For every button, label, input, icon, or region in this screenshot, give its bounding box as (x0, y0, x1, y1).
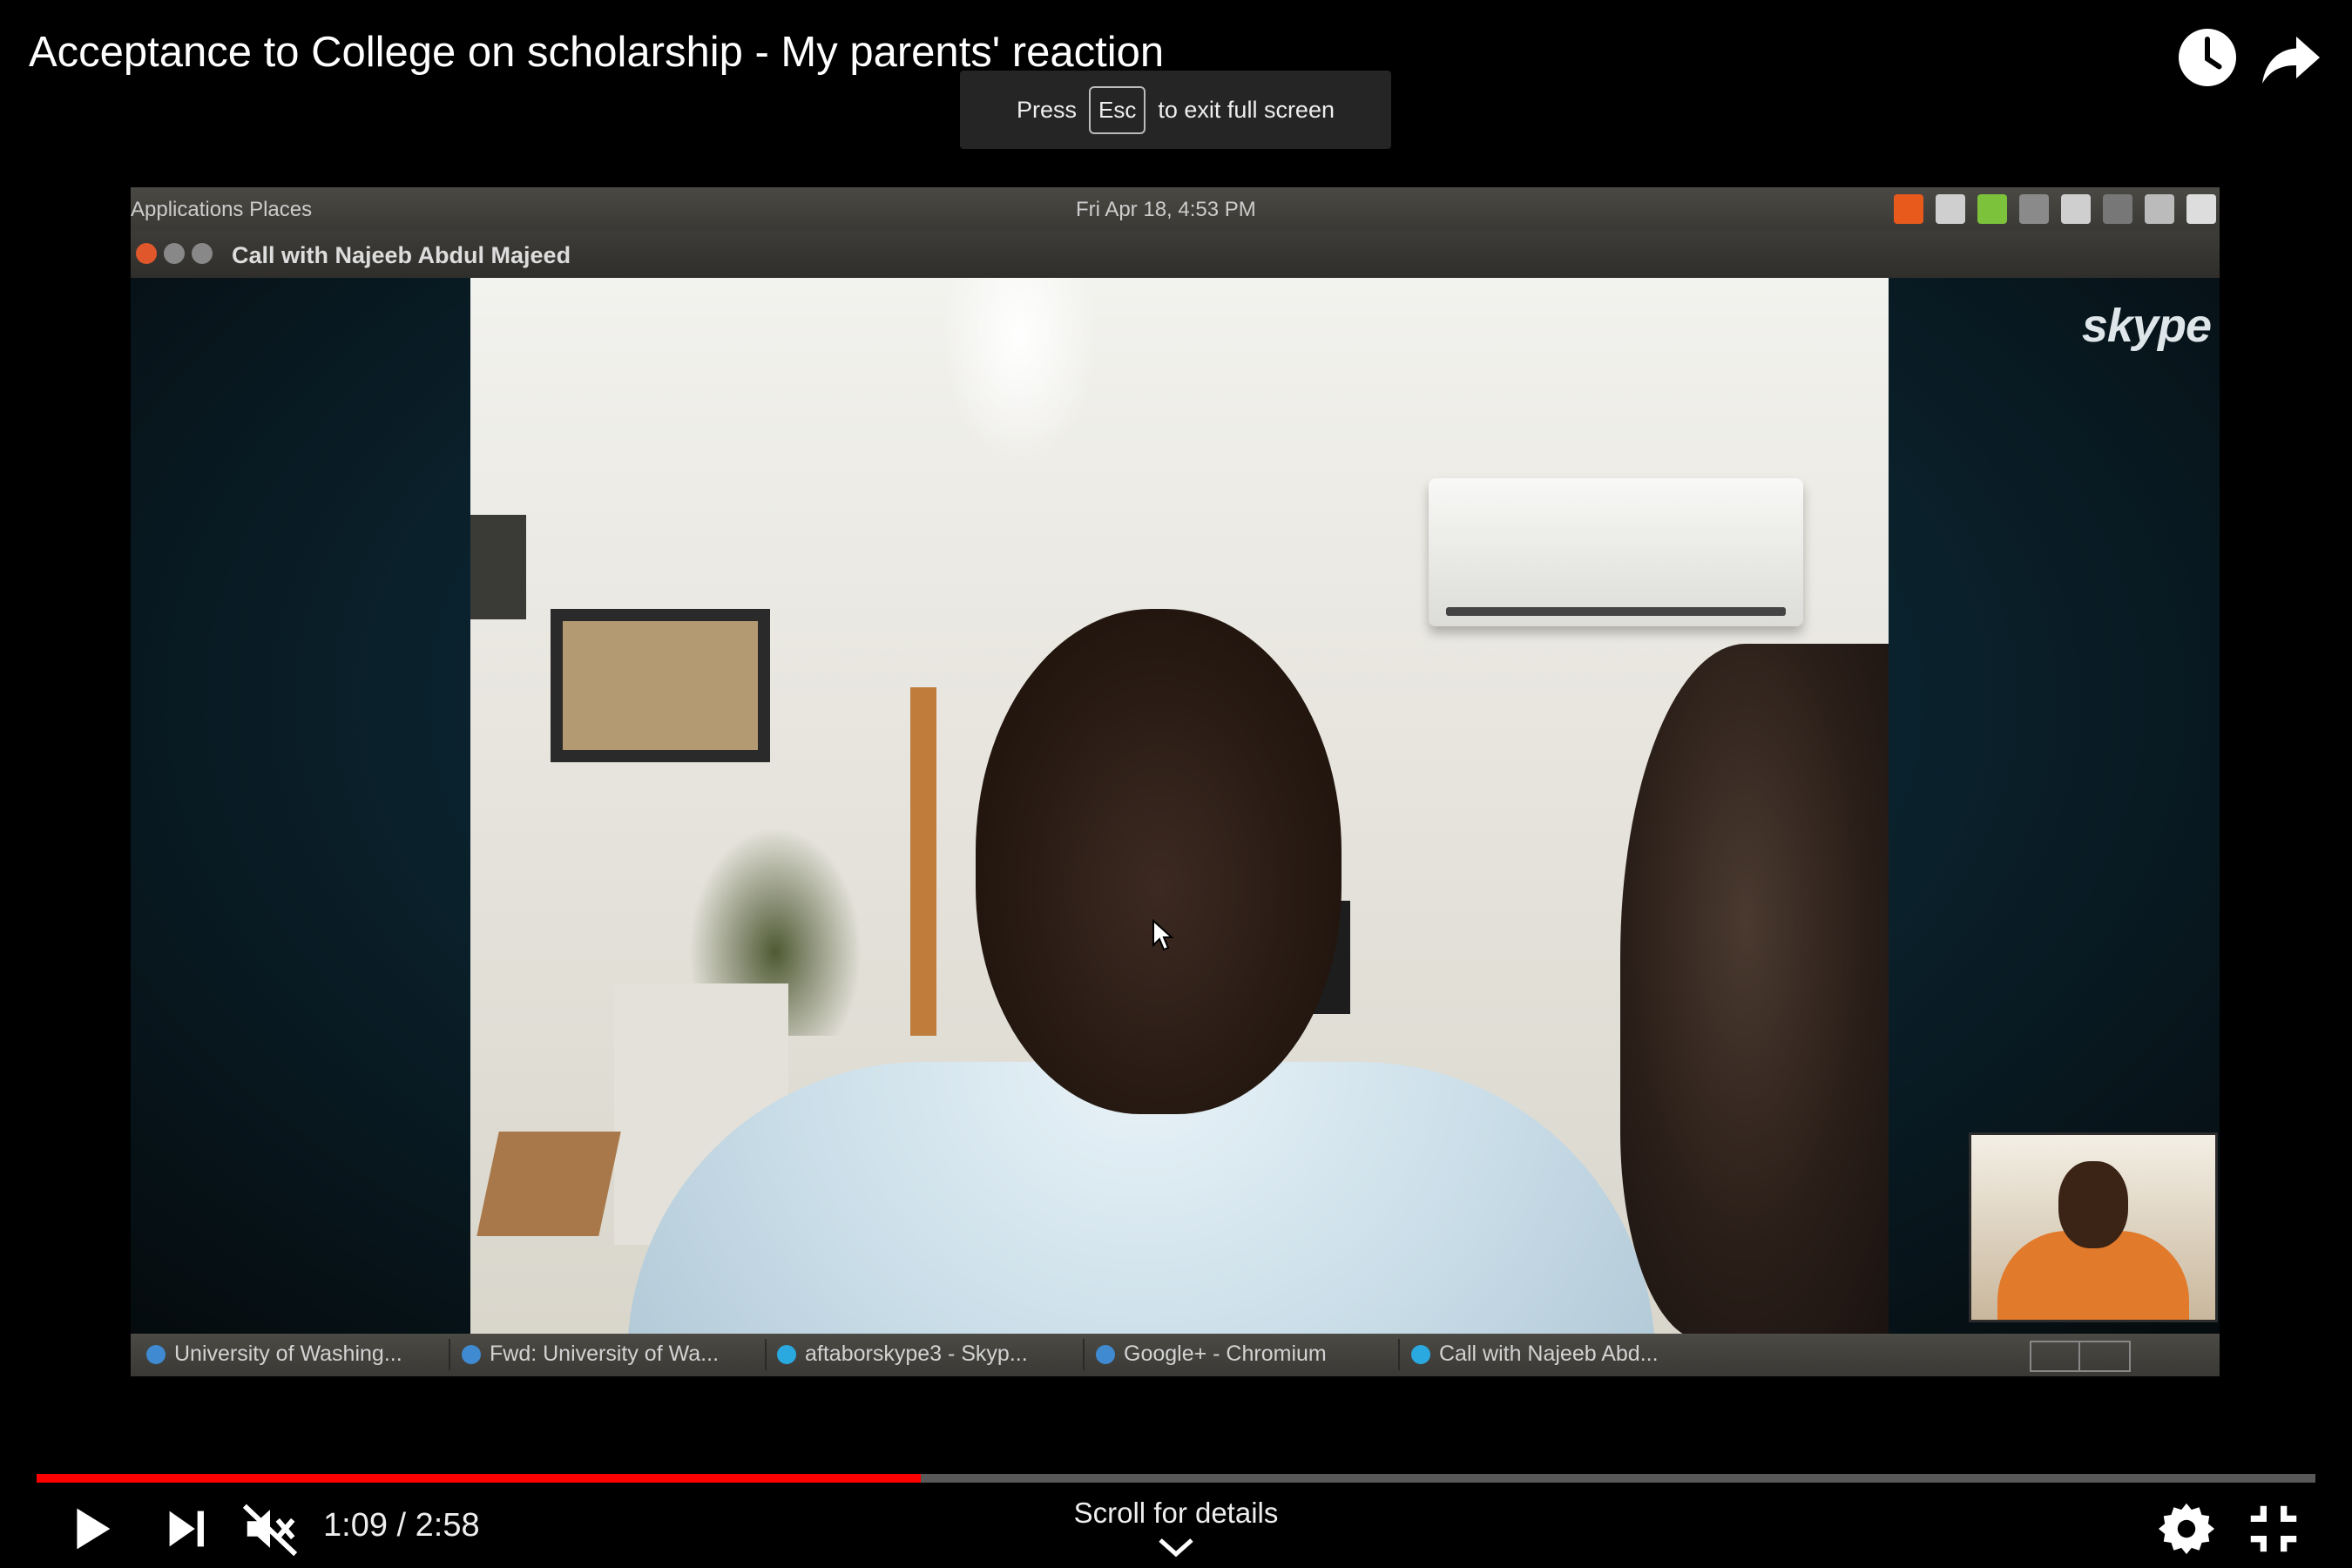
exit-fullscreen-icon (2243, 1505, 2304, 1563)
stop-icon (1894, 194, 1923, 224)
watch-later-button[interactable] (2176, 26, 2239, 89)
chat-icon (1977, 194, 2007, 224)
play-icon (59, 1508, 120, 1563)
clock-icon (2176, 29, 2239, 92)
skype-icon (1411, 1344, 1430, 1364)
chromium-icon (146, 1344, 166, 1364)
person-mother (1620, 644, 1889, 1334)
skype-icon (777, 1344, 796, 1364)
settings-button[interactable] (2156, 1498, 2217, 1559)
volume-icon (2061, 194, 2091, 224)
volume-muted-icon (240, 1504, 301, 1563)
esc-key-badge: Esc (1089, 85, 1146, 134)
exit-fullscreen-toast: Press Esc to exit full screen (960, 71, 1391, 149)
chromium-icon (462, 1344, 481, 1364)
window-maximize-icon (192, 243, 213, 264)
battery-icon (2019, 194, 2049, 224)
taskbar-item: Call with Najeeb Abd... (1411, 1342, 1659, 1367)
wall-object (470, 515, 526, 619)
remote-camera-feed (470, 278, 1889, 1334)
time-display: 1:09 / 2:58 (323, 1507, 480, 1544)
chromium-icon (1096, 1344, 1115, 1364)
message-icon (2186, 194, 2216, 224)
toast-press-text: Press (1017, 96, 1078, 123)
skype-logo: skype (2081, 300, 2212, 352)
mute-button[interactable] (240, 1498, 301, 1559)
desktop-top-panel: Applications Places Fri Apr 18, 4:53 PM (131, 187, 2220, 231)
call-window-titlebar: Call with Najeeb Abdul Majeed (131, 231, 2220, 278)
gear-icon (2156, 1503, 2217, 1563)
taskbar-item: University of Washing... (146, 1342, 402, 1367)
call-window-title: Call with Najeeb Abdul Majeed (232, 242, 571, 268)
scroll-for-details[interactable]: Scroll for details (1071, 1497, 1281, 1530)
next-button[interactable] (157, 1498, 218, 1559)
taskbar-item: aftaborskype3 - Skyp... (777, 1342, 1028, 1367)
taskbar-item: Google+ - Chromium (1096, 1342, 1327, 1367)
share-arrow-icon (2260, 37, 2322, 92)
seek-bar-played (37, 1474, 921, 1483)
mouse-cursor-icon (1152, 918, 1174, 956)
workspace-switcher (2030, 1341, 2131, 1372)
desktop-taskbar: University of Washing... Fwd: University… (131, 1334, 2220, 1376)
ceiling-light (941, 278, 1098, 470)
video-title: Acceptance to College on scholarship - M… (29, 29, 1165, 76)
chevron-down-icon (1155, 1535, 1197, 1559)
window-minimize-icon (164, 243, 185, 264)
taskbar-item: Fwd: University of Wa... (462, 1342, 719, 1367)
bluetooth-icon (2103, 194, 2132, 224)
skip-next-icon (157, 1511, 218, 1563)
exit-fullscreen-button[interactable] (2243, 1498, 2304, 1559)
person-father (627, 609, 1655, 1334)
panel-clock: Fri Apr 18, 4:53 PM (1076, 198, 1256, 221)
play-button[interactable] (59, 1498, 120, 1559)
self-view-camera (1969, 1132, 2218, 1322)
panel-menu: Applications Places (131, 198, 313, 221)
wifi-icon (2145, 194, 2174, 224)
window-close-icon (136, 243, 157, 264)
system-tray (1894, 194, 2216, 224)
seek-bar[interactable] (37, 1474, 2315, 1483)
video-player-surface[interactable]: Applications Places Fri Apr 18, 4:53 PM … (131, 187, 2220, 1376)
chair (476, 1132, 621, 1236)
share-button[interactable] (2260, 26, 2322, 89)
toast-suffix-text: to exit full screen (1158, 96, 1335, 123)
air-conditioner (1429, 478, 1803, 626)
mic-icon (1936, 194, 1965, 224)
